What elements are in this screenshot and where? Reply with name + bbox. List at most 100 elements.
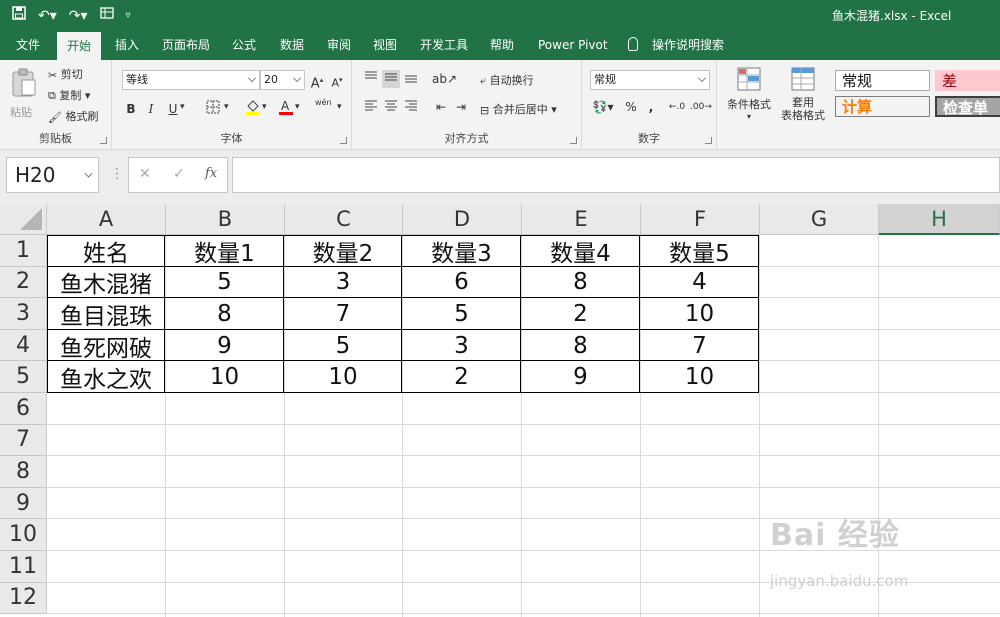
tab-home[interactable]: 开始 — [57, 32, 102, 60]
table-cell[interactable]: 7 — [284, 298, 402, 330]
tab-power-pivot[interactable]: Power Pivot — [528, 30, 618, 60]
font-name-select[interactable]: 等线 — [122, 70, 260, 90]
row-header-2[interactable]: 2 — [0, 266, 47, 299]
tab-page-layout[interactable]: 页面布局 — [152, 30, 220, 60]
table-cell[interactable]: 10 — [165, 361, 284, 393]
font-color-dropdown-icon[interactable]: ▾ — [295, 102, 300, 112]
increase-decimal-button[interactable]: ←.0 — [668, 98, 686, 116]
column-header-d[interactable]: D — [403, 204, 522, 235]
row-header-5[interactable]: 5 — [0, 361, 47, 393]
format-as-table-button[interactable]: 套用 表格格式 — [777, 66, 829, 122]
percent-button[interactable]: % — [622, 98, 640, 116]
increase-indent-button[interactable]: ⇥ — [452, 98, 470, 116]
copy-button[interactable]: ⧉ 复制 ▾ — [48, 87, 90, 103]
table-cell[interactable]: 7 — [640, 330, 759, 362]
header-cell[interactable]: 数量3 — [402, 235, 521, 267]
table-cell[interactable]: 4 — [640, 267, 759, 299]
style-calculation[interactable]: 计算 — [835, 96, 930, 117]
table-cell[interactable]: 鱼木混猪 — [47, 267, 165, 298]
worksheet-grid[interactable]: 姓名 数量1 数量2 数量3 数量4 数量5 鱼木混猪 5 3 6 8 4 鱼目混珠 8 7 5 2 10 鱼死网破… — [47, 235, 1000, 617]
table-cell[interactable]: 6 — [402, 267, 521, 299]
tab-help[interactable]: 帮助 — [480, 30, 524, 60]
save-icon[interactable] — [12, 6, 26, 25]
borders-dropdown-icon[interactable]: ▾ — [224, 102, 229, 112]
table-cell[interactable]: 3 — [402, 330, 521, 362]
row-header-1[interactable]: 1 — [0, 235, 47, 267]
name-box[interactable]: H20 — [6, 157, 99, 193]
enter-icon[interactable]: ✓ — [173, 166, 185, 182]
style-bad[interactable]: 差 — [935, 70, 1000, 91]
paste-button[interactable]: 粘贴 — [10, 68, 38, 120]
row-header-9[interactable]: 9 — [0, 487, 47, 520]
align-right-button[interactable] — [402, 98, 420, 116]
cancel-icon[interactable]: ✕ — [139, 166, 151, 182]
font-size-select[interactable]: 20 — [260, 70, 305, 90]
select-all-corner[interactable] — [0, 204, 47, 235]
italic-button[interactable]: I — [142, 100, 160, 118]
header-cell[interactable]: 数量5 — [640, 235, 759, 267]
row-header-6[interactable]: 6 — [0, 393, 47, 425]
table-cell[interactable]: 5 — [402, 298, 521, 330]
wrap-text-button[interactable]: ⤶ 自动换行 — [480, 72, 534, 88]
table-cell[interactable]: 2 — [402, 361, 521, 393]
form-icon[interactable] — [99, 6, 114, 25]
tab-view[interactable]: 视图 — [363, 30, 407, 60]
undo-icon[interactable]: ↶▾ — [38, 7, 57, 25]
merge-center-button[interactable]: ⊟ 合并后居中 ▾ — [480, 101, 557, 117]
table-cell[interactable]: 9 — [165, 330, 284, 362]
tab-formulas[interactable]: 公式 — [222, 30, 266, 60]
table-cell[interactable]: 5 — [284, 330, 402, 362]
table-cell[interactable]: 3 — [284, 267, 402, 299]
orientation-button[interactable]: ab↗ — [432, 70, 457, 88]
table-cell[interactable]: 2 — [521, 298, 640, 330]
shrink-font-button[interactable]: A▾ — [328, 71, 346, 90]
font-launcher-icon[interactable] — [340, 137, 347, 144]
table-cell[interactable]: 10 — [640, 361, 759, 393]
column-header-e[interactable]: E — [522, 204, 641, 235]
clipboard-launcher-icon[interactable] — [100, 137, 107, 144]
table-cell[interactable]: 10 — [284, 361, 402, 393]
align-middle-button[interactable] — [382, 70, 400, 88]
table-cell[interactable]: 9 — [521, 361, 640, 393]
tab-review[interactable]: 审阅 — [317, 30, 361, 60]
fill-dropdown-icon[interactable]: ▾ — [262, 102, 267, 112]
column-header-g[interactable]: G — [760, 204, 879, 235]
decrease-indent-button[interactable]: ⇤ — [432, 98, 450, 116]
borders-button[interactable] — [204, 100, 222, 118]
phonetic-dropdown-icon[interactable]: ▾ — [337, 102, 342, 112]
tab-developer[interactable]: 开发工具 — [410, 30, 478, 60]
number-format-select[interactable]: 常规 — [590, 70, 710, 90]
table-cell[interactable]: 10 — [640, 298, 759, 330]
insert-function-icon[interactable]: fx — [205, 166, 217, 181]
decrease-decimal-button[interactable]: .00→ — [690, 98, 712, 116]
align-left-button[interactable] — [362, 98, 380, 116]
row-header-12[interactable]: 12 — [0, 582, 47, 615]
column-header-h[interactable]: H — [879, 204, 1000, 235]
comma-button[interactable]: , — [642, 98, 660, 116]
row-header-4[interactable]: 4 — [0, 329, 47, 362]
tab-data[interactable]: 数据 — [270, 30, 314, 60]
align-bottom-button[interactable] — [402, 70, 420, 88]
table-cell[interactable]: 5 — [165, 267, 284, 299]
header-cell[interactable]: 数量4 — [521, 235, 640, 267]
header-cell[interactable]: 姓名 — [47, 235, 165, 267]
font-color-button[interactable]: A — [277, 98, 295, 116]
style-check-cell[interactable]: 检查单 — [935, 96, 1000, 117]
table-cell[interactable]: 鱼水之欢 — [47, 361, 165, 393]
tab-insert[interactable]: 插入 — [105, 30, 149, 60]
customize-qat-icon[interactable]: ▿ — [126, 7, 131, 25]
redo-icon[interactable]: ↷▾ — [69, 7, 88, 25]
tab-file[interactable]: 文件 — [6, 30, 50, 60]
column-header-c[interactable]: C — [285, 204, 403, 235]
alignment-launcher-icon[interactable] — [570, 137, 577, 144]
conditional-format-button[interactable]: 条件格式 ▾ — [723, 66, 775, 121]
column-header-a[interactable]: A — [47, 204, 166, 235]
header-cell[interactable]: 数量2 — [284, 235, 402, 267]
underline-dropdown-icon[interactable]: ▾ — [180, 102, 185, 112]
table-cell[interactable]: 鱼目混珠 — [47, 298, 165, 330]
align-top-button[interactable] — [362, 70, 380, 88]
table-cell[interactable]: 8 — [165, 298, 284, 330]
bold-button[interactable]: B — [122, 100, 140, 118]
accounting-format-button[interactable]: 💱▾ — [590, 98, 616, 116]
number-launcher-icon[interactable] — [705, 137, 712, 144]
